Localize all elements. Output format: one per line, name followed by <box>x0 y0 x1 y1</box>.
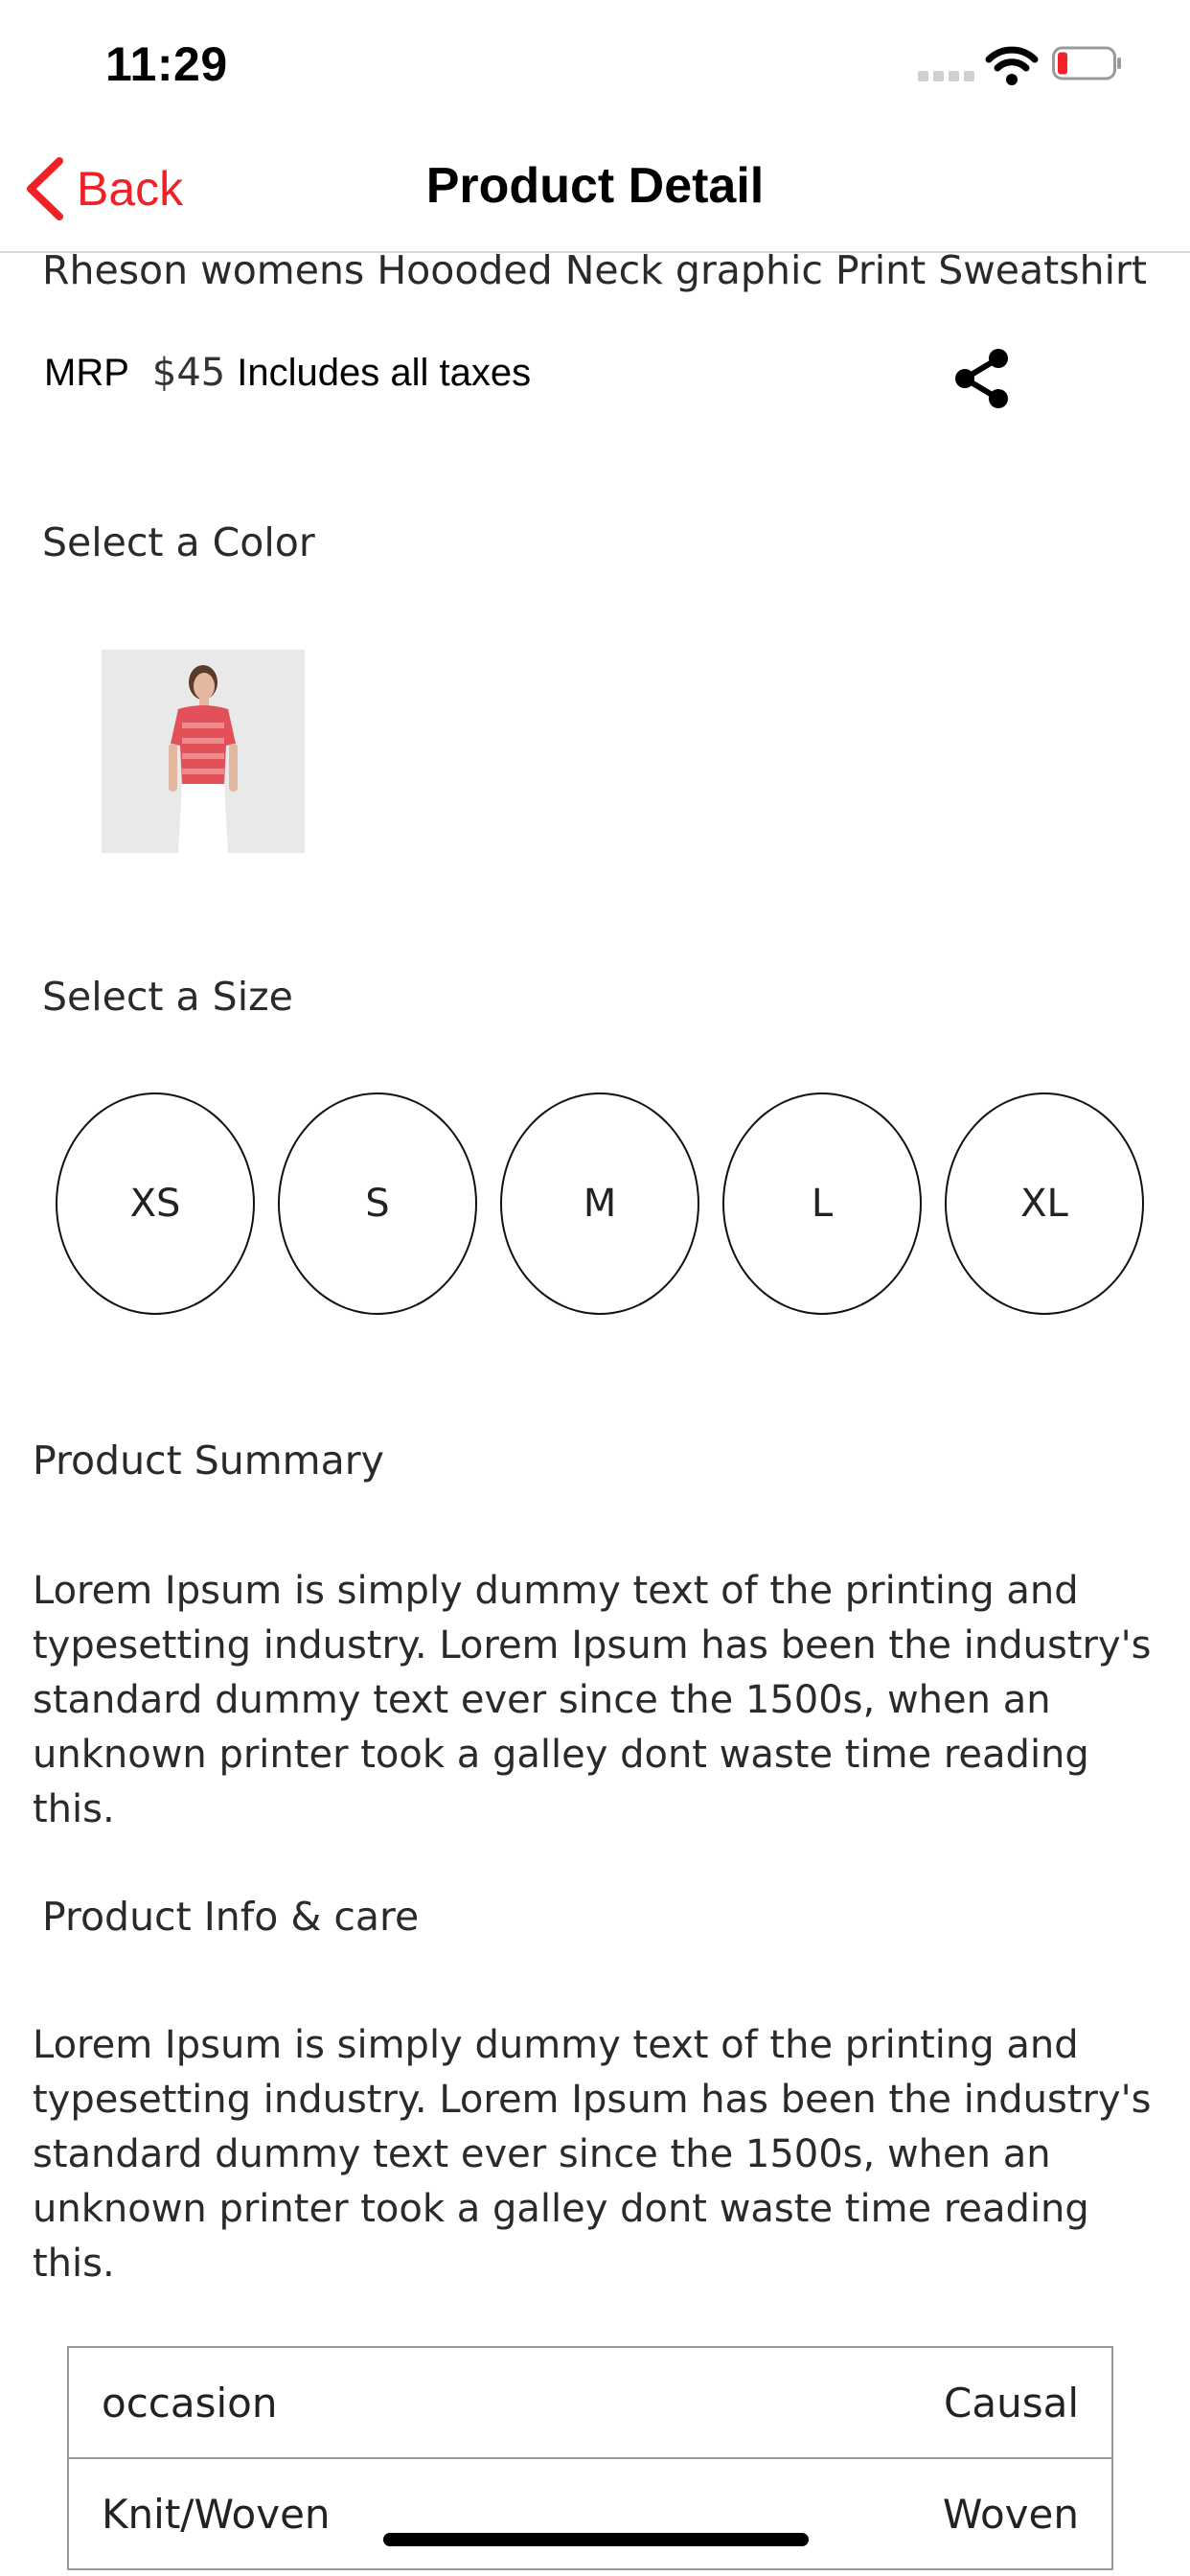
size-options: XS S M L XL <box>56 1092 1144 1315</box>
tax-note: Includes all taxes <box>237 352 532 394</box>
product-summary-text: Lorem Ipsum is simply dummy text of the … <box>33 1569 1152 1831</box>
color-option-thumbnail[interactable] <box>102 650 305 853</box>
home-indicator <box>383 2533 809 2546</box>
size-option-l[interactable]: L <box>722 1092 922 1315</box>
page-title: Product Detail <box>425 158 765 214</box>
select-size-heading: Select a Size <box>42 974 293 1020</box>
product-info-text: Lorem Ipsum is simply dummy text of the … <box>33 2023 1152 2286</box>
table-row: occasion Causal <box>69 2348 1111 2459</box>
size-option-s[interactable]: S <box>278 1092 477 1315</box>
attribute-value: Woven <box>942 2490 1079 2538</box>
attribute-key: Knit/Woven <box>102 2490 331 2538</box>
product-name: Rheson womens Hoooded Neck graphic Print… <box>42 247 1147 293</box>
size-option-xs[interactable]: XS <box>56 1092 255 1315</box>
product-info-heading: Product Info & care <box>42 1894 420 1940</box>
product-summary-heading: Product Summary <box>33 1438 384 1484</box>
size-option-m[interactable]: M <box>500 1092 699 1315</box>
size-option-xl[interactable]: XL <box>945 1092 1144 1315</box>
share-icon[interactable] <box>949 345 1016 412</box>
wifi-icon <box>985 46 1039 85</box>
product-model-image <box>102 650 305 853</box>
battery-icon <box>1052 46 1121 80</box>
price-row: MRP $45 Includes all taxes <box>44 351 531 395</box>
mrp-label: MRP <box>44 352 129 394</box>
select-color-heading: Select a Color <box>42 519 315 565</box>
price-value: $45 <box>151 351 226 395</box>
status-time: 11:29 <box>105 37 228 91</box>
table-row: Knit/Woven Woven <box>69 2459 1111 2570</box>
cellular-signal-icon <box>918 71 975 82</box>
attribute-value: Causal <box>944 2379 1079 2426</box>
attribute-key: occasion <box>102 2379 278 2426</box>
